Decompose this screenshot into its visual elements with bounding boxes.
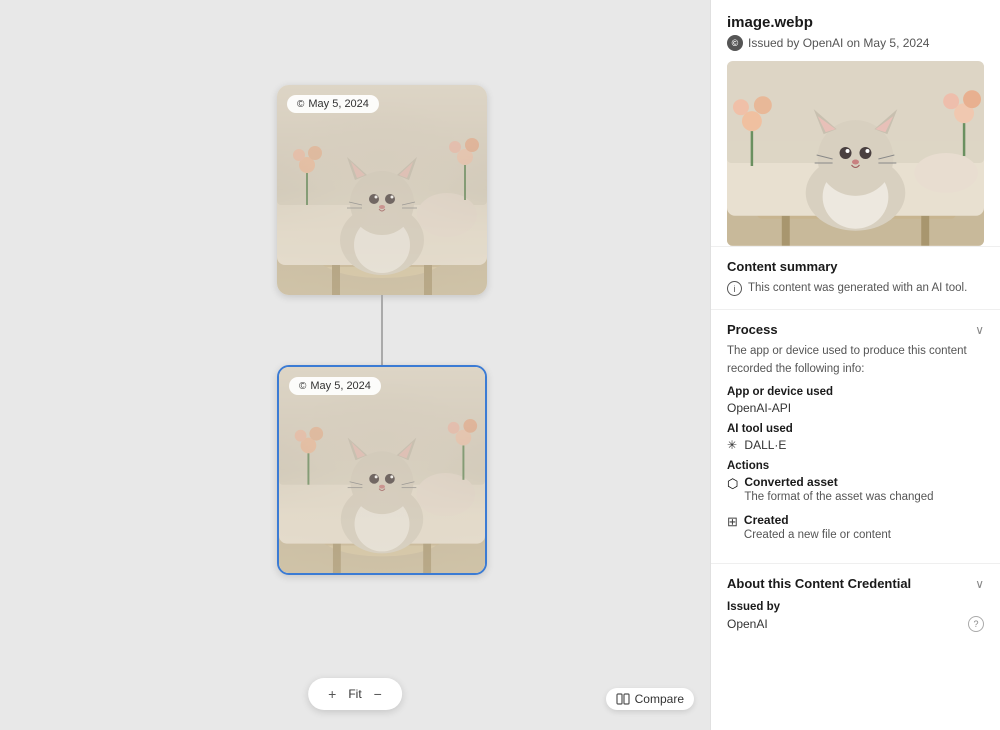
action2-item: ⊞ Created Created a new file or content: [727, 513, 984, 543]
issued-line: © Issued by OpenAI on May 5, 2024: [727, 35, 984, 51]
bottom-date-badge: © May 5, 2024: [289, 377, 381, 395]
fit-label: Fit: [342, 685, 367, 703]
cr-badge-icon: ©: [727, 35, 743, 51]
action2-desc: Created a new file or content: [744, 527, 984, 543]
bottom-cr-icon: ©: [299, 381, 306, 392]
top-date-badge: © May 5, 2024: [287, 95, 379, 113]
about-section: About this Content Credential ∨ Issued b…: [711, 563, 1000, 644]
process-chevron-icon[interactable]: ∨: [975, 323, 984, 337]
about-chevron-icon[interactable]: ∨: [975, 577, 984, 591]
app-label: App or device used: [727, 386, 984, 398]
compare-label: Compare: [635, 692, 684, 706]
issued-by-value: OpenAI: [727, 617, 768, 631]
action1-text: Converted asset The format of the asset …: [744, 475, 984, 505]
zoom-in-button[interactable]: +: [322, 684, 342, 704]
compare-button[interactable]: Compare: [606, 688, 694, 710]
action1-title: Converted asset: [744, 475, 984, 489]
top-cat-image: [277, 85, 487, 295]
issued-by-row: OpenAI ?: [727, 616, 984, 632]
ai-tool-value: ✳ DALL·E: [727, 438, 984, 452]
ai-tool-icon: ✳: [727, 438, 737, 452]
issued-text: Issued by OpenAI on May 5, 2024: [748, 36, 929, 50]
right-panel: image.webp © Issued by OpenAI on May 5, …: [710, 0, 1000, 730]
action2-title: Created: [744, 513, 984, 527]
issued-by-label: Issued by: [727, 601, 984, 613]
action1-item: ⬡ Converted asset The format of the asse…: [727, 475, 984, 505]
help-icon[interactable]: ?: [968, 616, 984, 632]
thumbnail-image: [727, 61, 984, 246]
action1-icon: ⬡: [727, 476, 738, 492]
bottom-cat-svg: [279, 367, 485, 573]
content-summary-section: Content summary i This content was gener…: [711, 246, 1000, 309]
action1-desc: The format of the asset was changed: [744, 489, 984, 505]
top-cat-svg: [277, 85, 487, 295]
process-title: Process: [727, 322, 778, 337]
content-summary-row: i This content was generated with an AI …: [727, 280, 984, 297]
canvas-area: © May 5, 2024: [0, 0, 710, 730]
bottom-image-node[interactable]: © May 5, 2024: [277, 365, 487, 575]
content-summary-text: This content was generated with an AI to…: [748, 280, 967, 297]
bottom-date-label: May 5, 2024: [310, 380, 371, 392]
file-title: image.webp: [727, 14, 984, 31]
thumbnail-section: image.webp © Issued by OpenAI on May 5, …: [711, 0, 1000, 246]
content-summary-title: Content summary: [727, 259, 984, 274]
process-description: The app or device used to produce this c…: [727, 343, 984, 378]
info-icon: i: [727, 281, 742, 296]
bottom-toolbar: + Fit −: [308, 678, 402, 710]
top-date-label: May 5, 2024: [308, 98, 369, 110]
action2-icon: ⊞: [727, 514, 738, 530]
connector-line: [381, 295, 383, 365]
zoom-out-button[interactable]: −: [368, 684, 388, 704]
compare-icon: [616, 692, 630, 706]
about-title: About this Content Credential: [727, 576, 911, 593]
action2-text: Created Created a new file or content: [744, 513, 984, 543]
canvas-content: © May 5, 2024: [0, 0, 710, 730]
process-section-header: Process ∨: [727, 322, 984, 337]
about-section-header: About this Content Credential ∨: [727, 576, 984, 593]
app-value: OpenAI-API: [727, 401, 984, 415]
ai-tool-label: AI tool used: [727, 423, 984, 435]
actions-label: Actions: [727, 460, 984, 472]
process-section: Process ∨ The app or device used to prod…: [711, 309, 1000, 563]
top-cr-icon: ©: [297, 99, 304, 110]
thumbnail-svg: [727, 61, 984, 246]
bottom-cat-image: [279, 367, 485, 573]
top-image-node[interactable]: © May 5, 2024: [277, 85, 487, 295]
